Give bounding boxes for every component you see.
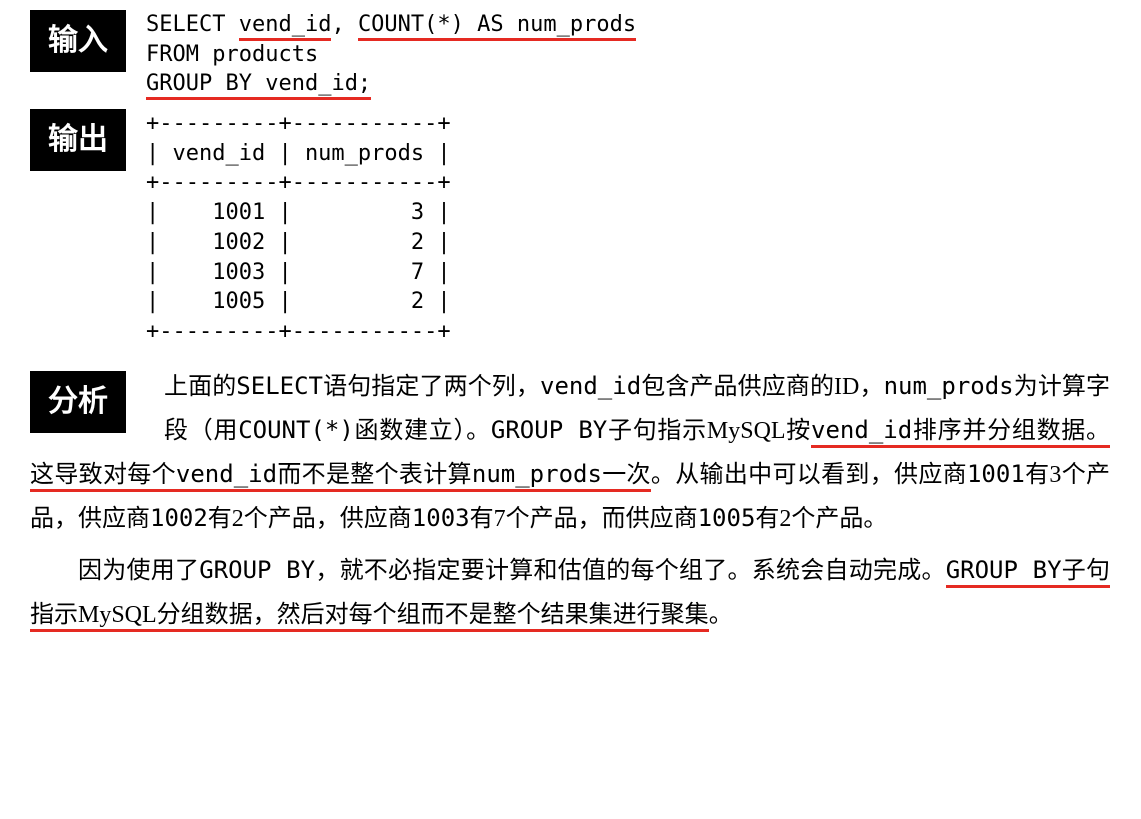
analysis-paragraph-1: 上面的SELECT语句指定了两个列，vend_id包含产品供应商的ID，num_… (30, 365, 1110, 542)
analysis-label: 分析 (30, 371, 126, 433)
kw-groupby: GROUP BY (146, 71, 265, 96)
count-star: COUNT(*) AS num_prods (358, 12, 636, 41)
input-section: 输入 SELECT vend_id, COUNT(*) AS num_prods… (30, 10, 1110, 99)
kw-select: SELECT (146, 12, 239, 37)
analysis-paragraph-2: 因为使用了GROUP BY，就不必指定要计算和估值的每个组了。系统会自动完成。G… (30, 549, 1110, 636)
output-label: 输出 (30, 109, 126, 171)
comma: , (331, 12, 358, 37)
from-line: FROM products (146, 42, 318, 67)
col-vend-id: vend_id (239, 12, 332, 41)
output-table: +---------+-----------+ | vend_id | num_… (146, 109, 451, 347)
groupby-line: GROUP BY vend_id; (146, 71, 371, 100)
output-section: 输出 +---------+-----------+ | vend_id | n… (30, 109, 1110, 347)
groupby-col: vend_id; (265, 71, 371, 96)
analysis-section: 分析 上面的SELECT语句指定了两个列，vend_id包含产品供应商的ID，n… (30, 365, 1110, 637)
sql-code: SELECT vend_id, COUNT(*) AS num_prods FR… (146, 10, 636, 99)
input-label: 输入 (30, 10, 126, 72)
